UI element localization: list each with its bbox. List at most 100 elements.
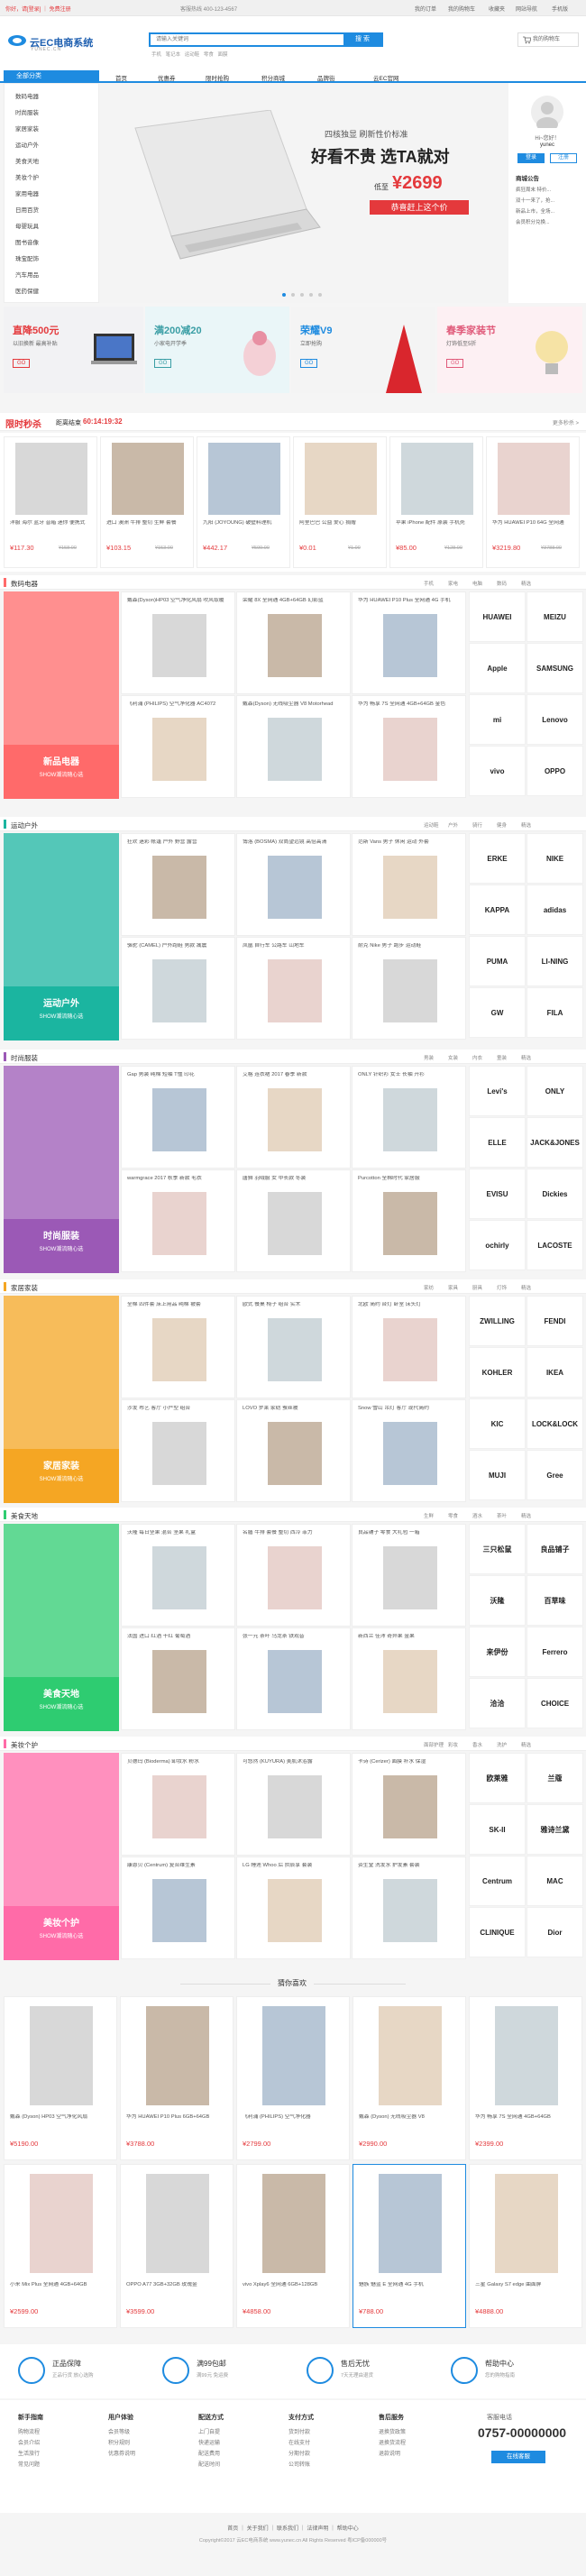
floor-product[interactable]: 范斯 Vans 男子 休闲 运动 外套	[352, 833, 466, 936]
floor-product[interactable]: 良品铺子 零食 大礼包 一箱	[352, 1524, 466, 1627]
floor-product[interactable]: 沙发 布艺 客厅 小户型 组合	[121, 1399, 235, 1502]
hero-banner[interactable]: 四核独显 刷新性价标准 好看不贵 选TA就对 低至 ¥2699 恭喜赶上这个价	[99, 83, 508, 303]
brand-logo[interactable]: adidas	[526, 885, 583, 935]
floor-product[interactable]: ONLY 针织衫 女士 长袖 开衫	[352, 1066, 466, 1169]
brand-logo[interactable]: ELLE	[469, 1117, 526, 1168]
floor-product[interactable]: 欧式 餐桌 椅子 组合 实木	[236, 1296, 351, 1398]
floor-product[interactable]: 耐克 Nike 男子 跑步 运动鞋	[352, 937, 466, 1040]
carousel-dots[interactable]	[279, 292, 325, 298]
footer-link[interactable]: 生活旅行	[18, 2449, 40, 2457]
brand-logo[interactable]: 良品铺子	[526, 1524, 583, 1574]
footer-nav-link[interactable]: 关于我们	[247, 2526, 269, 2532]
footer-link[interactable]: 货到付款	[288, 2427, 310, 2435]
category-item[interactable]: 美妆个护	[15, 172, 39, 181]
footer-link[interactable]: 快递运输	[198, 2438, 220, 2446]
floor-tab[interactable]: 手机	[424, 580, 434, 587]
brand-logo[interactable]: CLINIQUE	[469, 1907, 526, 1957]
floor-product[interactable]: Snow 雪山 吊灯 客厅 现代简约	[352, 1399, 466, 1502]
brand-logo[interactable]: MEIZU	[526, 591, 583, 642]
recommended-product[interactable]: 戴森 (Dyson) 无线吸尘器 V8 ¥2990.00	[353, 1996, 466, 2160]
floor-tab[interactable]: 零食	[448, 1512, 458, 1519]
footer-link[interactable]: 退款说明	[379, 2449, 400, 2457]
top-link-sitemap[interactable]: 网站导航	[516, 5, 537, 13]
brand-logo[interactable]: ERKE	[469, 833, 526, 884]
floor-tab[interactable]: 精选	[521, 1284, 531, 1291]
category-item[interactable]: 运动户外	[15, 140, 39, 149]
recommended-product[interactable]: vivo Xplay6 全网通 6GB+128GB ¥4858.00	[236, 2164, 350, 2328]
brand-logo[interactable]: Levi's	[469, 1066, 526, 1116]
top-link-cart[interactable]: 我的购物车	[448, 5, 475, 13]
brand-logo[interactable]: KAPPA	[469, 885, 526, 935]
floor-tab[interactable]: 洗护	[497, 1741, 507, 1748]
hot-word[interactable]: 面膜	[217, 52, 227, 58]
footer-link[interactable]: 配送费用	[198, 2449, 220, 2457]
floor-product[interactable]: 艾格 连衣裙 2017 春季 新款	[236, 1066, 351, 1169]
category-item[interactable]: 母婴玩具	[15, 221, 39, 230]
floor-product[interactable]: 华为 HUAWEI P10 Plus 全网通 4G 手机	[352, 591, 466, 694]
floor-banner[interactable]: 美妆个护 SHOW潮流随心选	[4, 1753, 119, 1960]
floor-product[interactable]: Gap 男装 纯棉 短袖 T恤 印花	[121, 1066, 235, 1169]
floor-tab[interactable]: 精选	[521, 1054, 531, 1061]
promo-go[interactable]: GO	[154, 359, 172, 368]
brand-logo[interactable]: vivo	[469, 746, 526, 796]
brand-logo[interactable]: LACOSTE	[526, 1220, 583, 1270]
floor-product[interactable]: 骆驼 (CAMEL) 户外跑鞋 男款 减震	[121, 937, 235, 1040]
hot-word[interactable]: 运动鞋	[185, 52, 200, 58]
floor-tab[interactable]: 生鲜	[424, 1512, 434, 1519]
brand-logo[interactable]: 兰蔻	[526, 1753, 583, 1803]
floor-tab[interactable]: 童装	[497, 1054, 507, 1061]
brand-logo[interactable]: Ferrero	[526, 1627, 583, 1677]
brand-logo[interactable]: 三只松鼠	[469, 1524, 526, 1574]
floor-tab[interactable]: 精选	[521, 821, 531, 829]
banner-cta[interactable]: 恭喜赶上这个价	[370, 200, 469, 215]
floor-tab[interactable]: 电脑	[472, 580, 482, 587]
flash-item[interactable]: 洋服 海尔 蓝牙 音箱 迷你 便携式 ¥117.30 ¥158.00	[4, 436, 97, 568]
floor-product[interactable]: 沃隆 每日坚果 混合 坚果 礼盒	[121, 1524, 235, 1627]
promo-banner[interactable]: 春季家装节 灯饰低至5折 GO	[437, 307, 582, 393]
brand-logo[interactable]: IKEA	[526, 1347, 583, 1398]
floor-tab[interactable]: 彩妆	[448, 1741, 458, 1748]
news-item[interactable]: 疯狂周末 特价...	[516, 186, 551, 193]
category-item[interactable]: 家居家装	[15, 124, 39, 133]
floor-product[interactable]: 贝德玛 (Bioderma) 卸妆水 粉水	[121, 1753, 235, 1856]
floor-product[interactable]: 法国 进口 红酒 干红 葡萄酒	[121, 1627, 235, 1730]
footer-link[interactable]: 上门自提	[198, 2427, 220, 2435]
floor-product[interactable]: warmgrace 2017 秋季 新款 毛衣	[121, 1169, 235, 1272]
footer-link[interactable]: 购物流程	[18, 2427, 40, 2435]
promo-go[interactable]: GO	[300, 359, 318, 368]
promo-go[interactable]: GO	[13, 359, 31, 368]
brand-logo[interactable]: FENDI	[526, 1296, 583, 1346]
promo-go[interactable]: GO	[446, 359, 464, 368]
top-link-orders[interactable]: 我的订单	[415, 5, 436, 13]
brand-logo[interactable]: 雅诗兰黛	[526, 1804, 583, 1855]
category-item[interactable]: 汽车用品	[15, 270, 39, 279]
brand-logo[interactable]: mi	[469, 694, 526, 745]
floor-product[interactable]: 新西兰 佳沛 奇异果 金果	[352, 1627, 466, 1730]
brand-logo[interactable]: KOHLER	[469, 1347, 526, 1398]
recommended-product[interactable]: OPPO A77 3GB+32GB 玫瑰金 ¥3599.00	[120, 2164, 233, 2328]
promo-banner[interactable]: 荣耀V9 立即抢购 GO	[291, 307, 435, 393]
brand-logo[interactable]: SK-II	[469, 1804, 526, 1855]
footer-nav-link[interactable]: 法律声明	[307, 2526, 328, 2532]
floor-tab[interactable]: 灯饰	[497, 1284, 507, 1291]
floor-product[interactable]: 卡诗 (Cerizer) 面膜 补水 保湿	[352, 1753, 466, 1856]
category-item[interactable]: 数码电器	[15, 91, 39, 100]
category-item[interactable]: 时尚服装	[15, 107, 39, 116]
top-link-mobile[interactable]: 手机版	[552, 5, 568, 13]
floor-tab[interactable]: 香水	[472, 1741, 482, 1748]
category-item[interactable]: 图书音像	[15, 237, 39, 246]
floor-tab[interactable]: 厨具	[472, 1284, 482, 1291]
floor-tab[interactable]: 茶叶	[497, 1512, 507, 1519]
floor-product[interactable]: 可悠然 (KUYURA) 美肌沐浴露	[236, 1753, 351, 1856]
recommended-product[interactable]: 华为 畅享 7S 全网通 4GB+64GB ¥2399.00	[469, 1996, 582, 2160]
footer-link[interactable]: 会员介绍	[18, 2438, 40, 2446]
flash-item[interactable]: 阿里巴巴 公益 爱心 捐赠 ¥0.01 ¥1.00	[293, 436, 387, 568]
floor-tab[interactable]: 精选	[521, 580, 531, 587]
brand-logo[interactable]: 来伊份	[469, 1627, 526, 1677]
brand-logo[interactable]: Dior	[526, 1907, 583, 1957]
news-item[interactable]: 双十一来了，抢...	[516, 197, 554, 204]
brand-logo[interactable]: MAC	[526, 1856, 583, 1906]
floor-tab[interactable]: 健身	[497, 821, 507, 829]
hot-word[interactable]: 笔记本	[166, 52, 181, 58]
search-input[interactable]	[151, 34, 331, 45]
